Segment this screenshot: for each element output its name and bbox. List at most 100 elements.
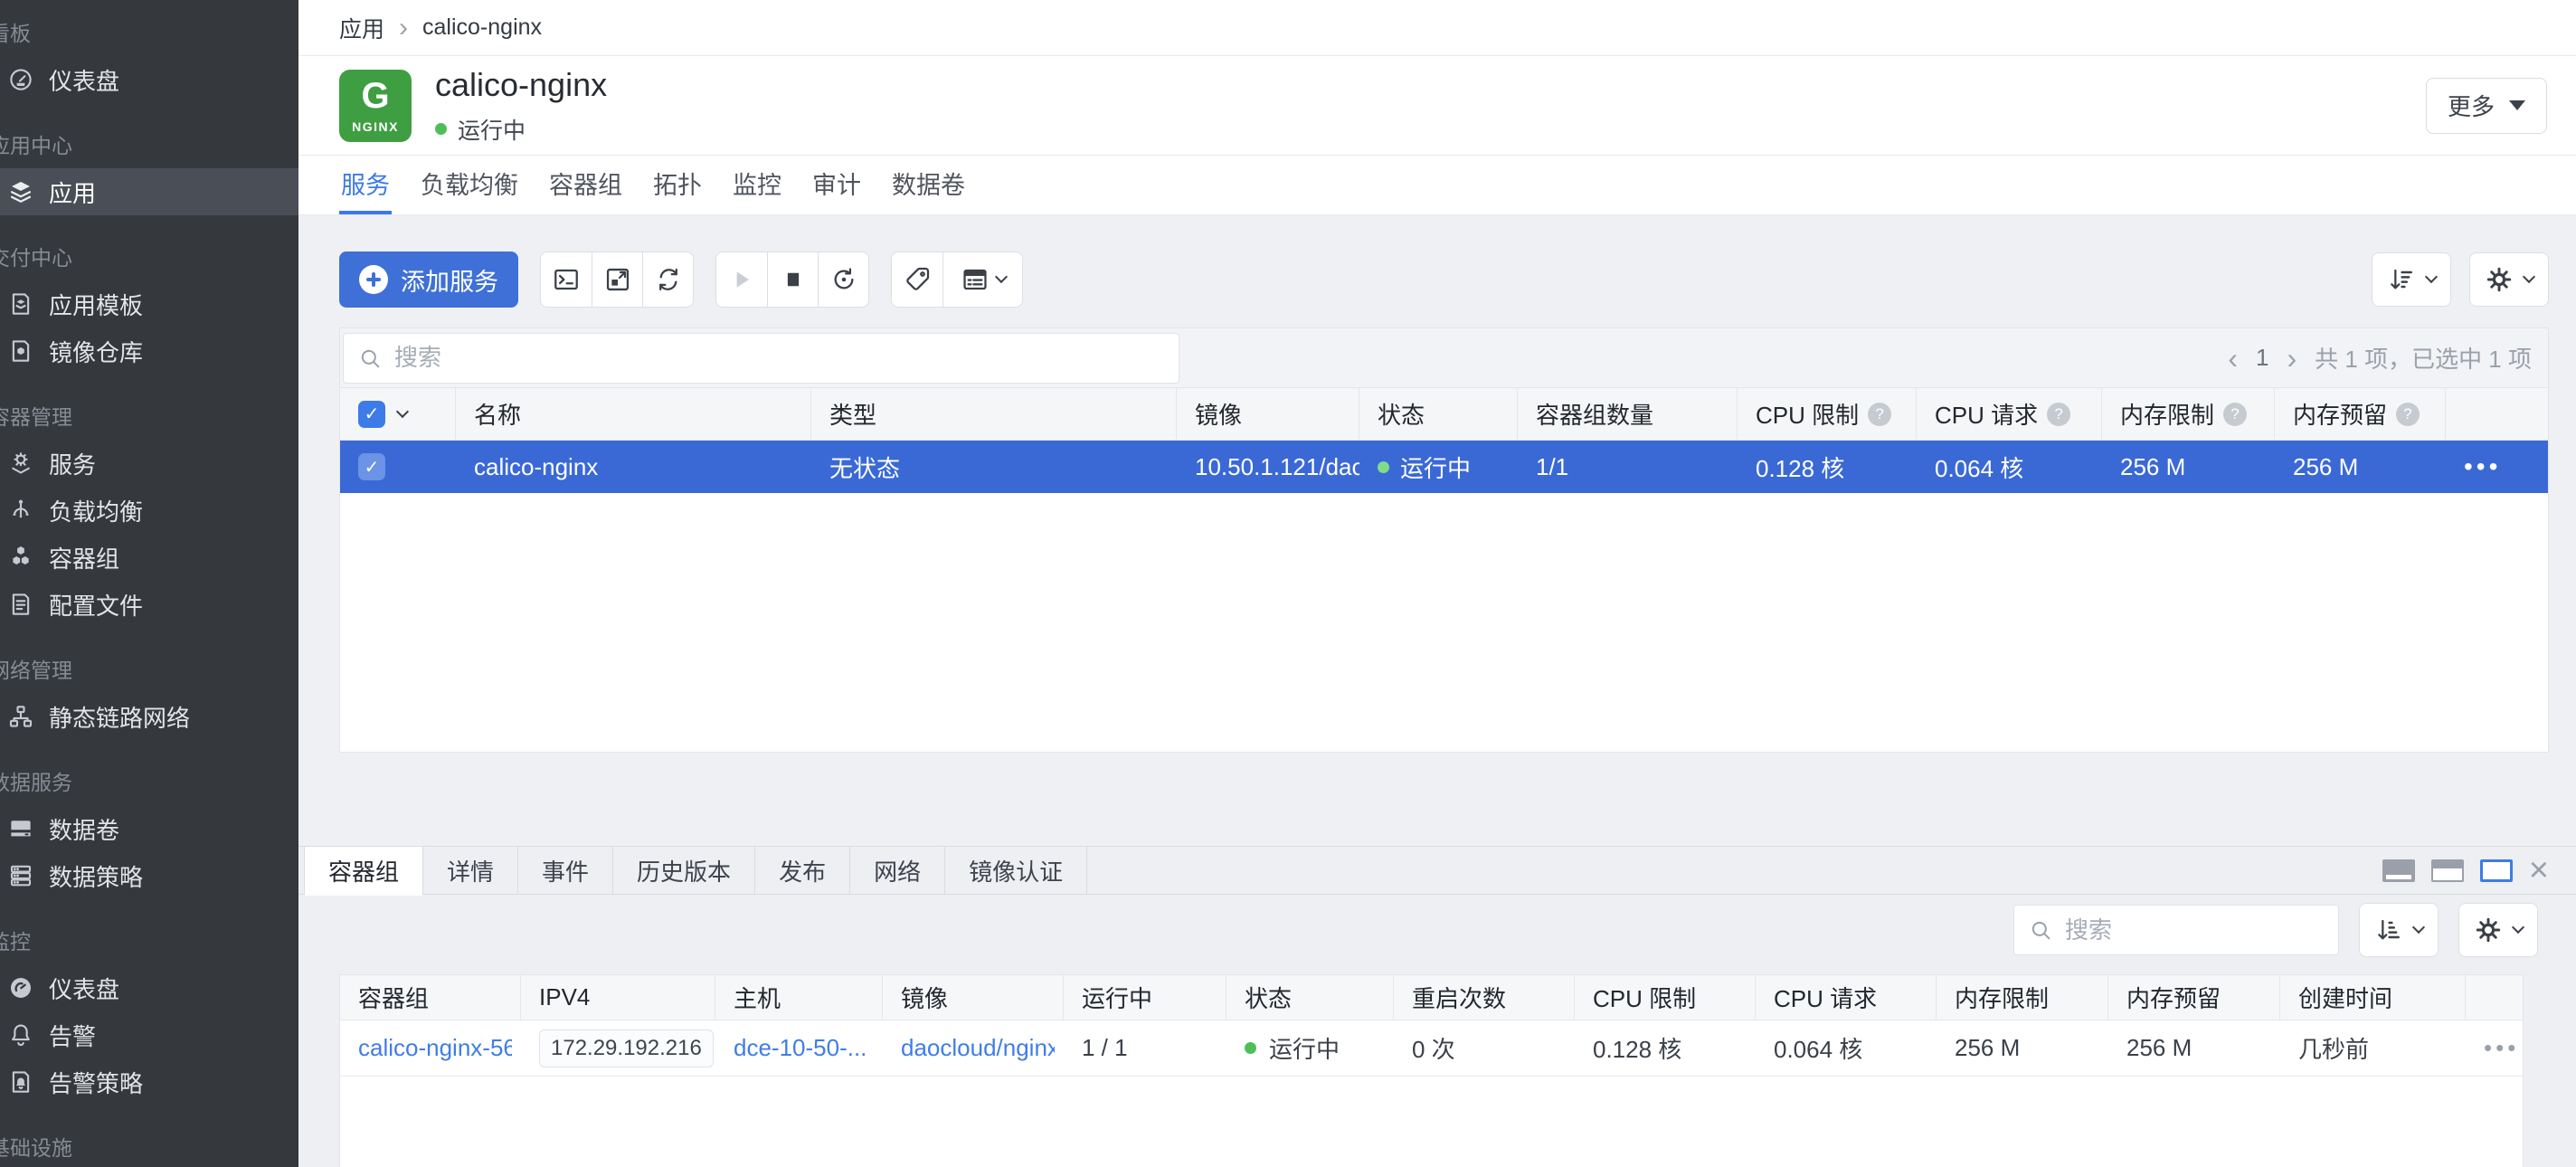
tab-monitoring[interactable]: 监控 — [731, 156, 783, 214]
terminal-button[interactable] — [541, 252, 592, 307]
sidebar-item-app-templates[interactable]: 应用模板 — [0, 280, 298, 327]
select-all-checkbox[interactable]: ✓ — [358, 401, 385, 428]
tab-topology[interactable]: 拓扑 — [651, 156, 704, 214]
detail-tab-network[interactable]: 网络 — [850, 847, 945, 894]
ellipsis-icon[interactable]: ••• — [2484, 1034, 2519, 1062]
toolbar-group-tools — [540, 251, 694, 308]
breadcrumb-parent[interactable]: 应用 — [339, 12, 384, 44]
sidebar-item-applications[interactable]: 应用 — [0, 168, 298, 215]
add-service-button[interactable]: 添加服务 — [339, 251, 518, 308]
col-mem-reserve-header[interactable]: 内存预留 — [2108, 975, 2280, 1020]
service-search-input[interactable] — [343, 333, 1179, 384]
col-mem-limit-header[interactable]: 内存限制 — [1937, 975, 2108, 1020]
sort-button[interactable] — [2372, 252, 2451, 307]
cell-name[interactable]: calico-nginx — [456, 441, 811, 493]
panel-expand-icon[interactable] — [2480, 859, 2513, 882]
stop-button[interactable] — [767, 252, 818, 307]
col-cpu-limit-header[interactable]: CPU 限制 — [1575, 975, 1756, 1020]
start-button[interactable] — [716, 252, 767, 307]
col-restarts-header[interactable]: 重启次数 — [1394, 975, 1575, 1020]
chevron-down-icon — [2523, 270, 2535, 283]
col-status-header[interactable]: 状态 — [1359, 388, 1518, 440]
detail-tab-details[interactable]: 详情 — [423, 847, 518, 894]
help-icon[interactable]: ? — [2396, 403, 2420, 426]
host-link[interactable]: dce-10-50-... — [734, 1034, 867, 1062]
tab-volumes[interactable]: 数据卷 — [890, 156, 967, 214]
col-created-header[interactable]: 创建时间 — [2280, 975, 2466, 1020]
tab-services[interactable]: 服务 — [339, 156, 392, 214]
row-actions-button[interactable]: ••• — [2466, 1020, 2523, 1076]
help-icon[interactable]: ? — [1868, 403, 1891, 426]
detail-tab-history[interactable]: 历史版本 — [613, 847, 755, 894]
table-row[interactable]: calico-nginx-56 172.29.192.216 dce-10-50… — [340, 1020, 2523, 1077]
labels-button[interactable] — [892, 252, 942, 307]
sidebar-item-alerts[interactable]: 告警 — [0, 1011, 298, 1058]
cell-type: 无状态 — [811, 441, 1177, 493]
col-type-header[interactable]: 类型 — [811, 388, 1177, 440]
detail-tab-release[interactable]: 发布 — [755, 847, 850, 894]
status-dot-icon — [1378, 461, 1389, 473]
detail-tab-image-auth[interactable]: 镜像认证 — [945, 847, 1087, 894]
col-cpu-request-header[interactable]: CPU 请求? — [1917, 388, 2102, 440]
sidebar-item-data-policies[interactable]: 数据策略 — [0, 852, 298, 899]
pod-settings-button[interactable] — [2458, 903, 2538, 957]
col-status-header[interactable]: 状态 — [1226, 975, 1394, 1020]
close-icon[interactable]: × — [2529, 853, 2549, 887]
col-name-header[interactable]: 名称 — [456, 388, 811, 440]
col-running-header[interactable]: 运行中 — [1064, 975, 1226, 1020]
pod-sort-button[interactable] — [2359, 903, 2439, 957]
sidebar-item-load-balancer[interactable]: 负载均衡 — [0, 487, 298, 534]
pod-search-input[interactable] — [2013, 905, 2339, 955]
row-actions-button[interactable]: ••• — [2446, 441, 2548, 493]
sidebar-item-pods[interactable]: 容器组 — [0, 534, 298, 581]
sidebar-item-dashboard[interactable]: 仪表盘 — [0, 56, 298, 103]
tab-audit[interactable]: 审计 — [810, 156, 863, 214]
col-pod-header[interactable]: 容器组 — [340, 975, 521, 1020]
panel-half-size-icon[interactable] — [2431, 859, 2464, 882]
help-icon[interactable]: ? — [2047, 403, 2070, 426]
pod-name-link[interactable]: calico-nginx-56 — [358, 1034, 512, 1062]
refresh-button[interactable] — [642, 252, 693, 307]
sidebar-item-static-link-network[interactable]: 静态链路网络 — [0, 693, 298, 740]
sidebar-item-monitor-dashboard[interactable]: 仪表盘 — [0, 964, 298, 1011]
col-image-header[interactable]: 镜像 — [883, 975, 1064, 1020]
tab-pods[interactable]: 容器组 — [547, 156, 624, 214]
panel-window-controls: × — [2382, 847, 2549, 894]
sidebar-item-data-volumes[interactable]: 数据卷 — [0, 805, 298, 852]
page-prev-icon[interactable]: ‹ — [2228, 344, 2238, 373]
sidebar-item-alert-policies[interactable]: 告警策略 — [0, 1058, 298, 1105]
panel-minimize-icon[interactable] — [2382, 859, 2415, 882]
sidebar-section-header: 交付中心 — [0, 241, 298, 271]
col-mem-reserve-header[interactable]: 内存预留? — [2275, 388, 2446, 440]
col-pods-header[interactable]: 容器组数量 — [1518, 388, 1738, 440]
tab-load-balancers[interactable]: 负载均衡 — [419, 156, 520, 214]
sidebar-item-config-files[interactable]: 配置文件 — [0, 581, 298, 628]
page-next-icon[interactable]: › — [2287, 344, 2297, 373]
sidebar-item-image-registry[interactable]: 镜像仓库 — [0, 327, 298, 375]
redeploy-button[interactable] — [818, 252, 868, 307]
logo-brand: NGINX — [352, 120, 399, 133]
scale-button[interactable] — [592, 252, 642, 307]
col-mem-limit-header[interactable]: 内存限制? — [2102, 388, 2275, 440]
col-ipv4-header[interactable]: IPV4 — [521, 975, 715, 1020]
cell-mem-limit: 256 M — [2102, 441, 2275, 493]
detail-tab-pods[interactable]: 容器组 — [304, 847, 423, 894]
col-label: 内存限制 — [2120, 397, 2214, 431]
col-image-header[interactable]: 镜像 — [1177, 388, 1359, 440]
ipv4-chip[interactable]: 172.29.192.216 — [539, 1029, 714, 1067]
columns-button[interactable] — [942, 252, 1022, 307]
image-link[interactable]: daocloud/nginx — [901, 1034, 1055, 1062]
table-row[interactable]: ✓ calico-nginx 无状态 10.50.1.121/daoc 运行中 … — [340, 441, 2548, 493]
chevron-down-icon[interactable] — [396, 404, 409, 417]
col-cpu-request-header[interactable]: CPU 请求 — [1756, 975, 1937, 1020]
help-icon[interactable]: ? — [2223, 403, 2247, 426]
more-button[interactable]: 更多 — [2426, 78, 2547, 134]
server-stack-icon — [7, 862, 34, 889]
detail-tab-events[interactable]: 事件 — [518, 847, 613, 894]
ellipsis-icon[interactable]: ••• — [2464, 452, 2501, 481]
sidebar-item-services[interactable]: 服务 — [0, 440, 298, 487]
col-host-header[interactable]: 主机 — [715, 975, 883, 1020]
row-checkbox[interactable]: ✓ — [358, 453, 385, 480]
settings-button[interactable] — [2469, 252, 2549, 307]
col-cpu-limit-header[interactable]: CPU 限制? — [1738, 388, 1917, 440]
